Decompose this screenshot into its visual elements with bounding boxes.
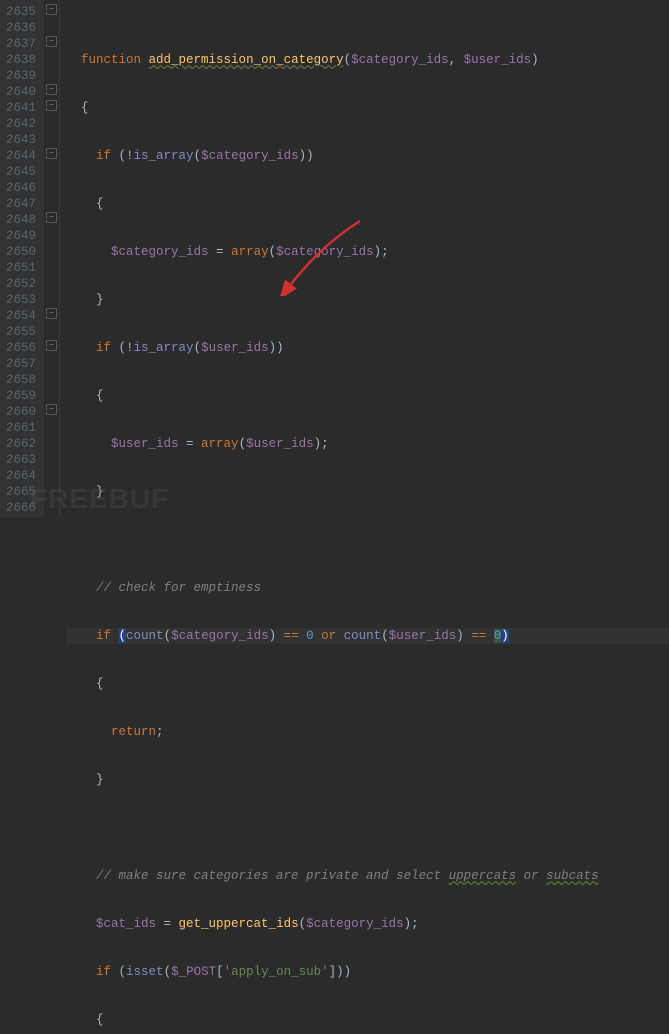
code-line[interactable]: { [66,1012,669,1028]
fold-marker[interactable]: − [46,148,57,159]
line-number: 2659 [4,388,36,404]
line-number: 2647 [4,196,36,212]
line-number: 2637 [4,36,36,52]
line-number: 2636 [4,20,36,36]
line-number: 2648 [4,212,36,228]
line-number-gutter: 2635263626372638263926402641264226432644… [0,0,44,517]
code-line[interactable]: if (count($category_ids) == 0 or count($… [66,628,669,644]
code-line[interactable]: function add_permission_on_category($cat… [66,52,669,68]
code-line[interactable]: if (!is_array($category_ids)) [66,148,669,164]
line-number: 2662 [4,436,36,452]
code-line[interactable]: { [66,100,669,116]
fold-marker[interactable]: − [46,308,57,319]
line-number: 2644 [4,148,36,164]
code-line[interactable]: if (!is_array($user_ids)) [66,340,669,356]
fold-marker[interactable]: − [46,4,57,15]
line-number: 2664 [4,468,36,484]
line-number: 2656 [4,340,36,356]
line-number: 2655 [4,324,36,340]
line-number: 2650 [4,244,36,260]
fold-marker[interactable]: − [46,404,57,415]
line-number: 2654 [4,308,36,324]
fold-marker[interactable]: − [46,212,57,223]
code-line[interactable]: return; [66,724,669,740]
line-number: 2635 [4,4,36,20]
code-line[interactable]: $category_ids = array($category_ids); [66,244,669,260]
line-number: 2652 [4,276,36,292]
line-number: 2653 [4,292,36,308]
line-number: 2658 [4,372,36,388]
code-line[interactable]: } [66,292,669,308]
line-number: 2651 [4,260,36,276]
code-line[interactable]: { [66,196,669,212]
code-line[interactable]: { [66,676,669,692]
code-line[interactable]: if (isset($_POST['apply_on_sub'])) [66,964,669,980]
code-line[interactable]: { [66,388,669,404]
fold-marker[interactable]: − [46,100,57,111]
code-line[interactable] [66,532,669,548]
line-number: 2646 [4,180,36,196]
line-number: 2663 [4,452,36,468]
code-line[interactable]: } [66,772,669,788]
line-number: 2638 [4,52,36,68]
fold-column: − − − − − − − − − [44,0,60,517]
fold-marker[interactable]: − [46,84,57,95]
code-line[interactable] [66,820,669,836]
code-line[interactable]: // make sure categories are private and … [66,868,669,884]
code-area[interactable]: function add_permission_on_category($cat… [60,0,669,517]
line-number: 2639 [4,68,36,84]
code-editor[interactable]: 2635263626372638263926402641264226432644… [0,0,669,517]
line-number: 2660 [4,404,36,420]
line-number: 2642 [4,116,36,132]
line-number: 2649 [4,228,36,244]
line-number: 2640 [4,84,36,100]
line-number: 2657 [4,356,36,372]
code-line[interactable]: // check for emptiness [66,580,669,596]
line-number: 2661 [4,420,36,436]
fold-marker[interactable]: − [46,340,57,351]
fold-marker[interactable]: − [46,36,57,47]
line-number: 2641 [4,100,36,116]
code-line[interactable]: $cat_ids = get_uppercat_ids($category_id… [66,916,669,932]
line-number: 2645 [4,164,36,180]
code-line[interactable]: $user_ids = array($user_ids); [66,436,669,452]
watermark-text: FREEBUF [30,491,169,507]
line-number: 2643 [4,132,36,148]
